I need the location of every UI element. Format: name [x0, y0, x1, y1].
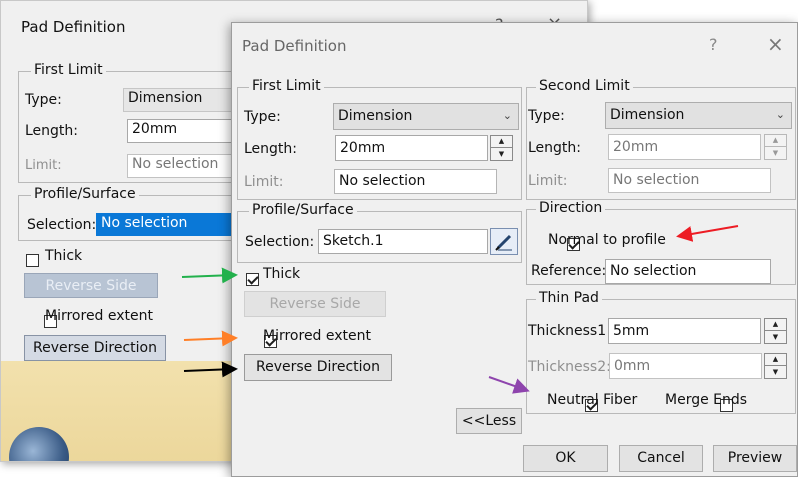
second-length-label: Length: — [528, 140, 582, 156]
merge-ends-label: Merge Ends — [665, 392, 748, 408]
first-limit-length-input[interactable]: 20mm — [335, 135, 488, 161]
type-label: Type: — [244, 109, 281, 125]
thickness2-spinner[interactable]: ▲ ▼ — [764, 353, 787, 379]
thickness1-input[interactable]: 5mm — [608, 318, 761, 344]
spin-up-icon[interactable]: ▲ — [491, 136, 512, 148]
back-length-label: Length: — [25, 123, 79, 139]
back-length-input[interactable]: 20mm — [127, 119, 243, 143]
normal-to-profile-label: Normal to profile — [548, 232, 666, 248]
back-mirrored-extent-label: Mirrored extent — [45, 308, 154, 324]
front-help-icon[interactable]: ? — [709, 35, 718, 54]
cancel-button[interactable]: Cancel — [619, 445, 703, 472]
first-limit-length-spinner[interactable]: ▲ ▼ — [490, 135, 513, 161]
direction-label: Direction — [536, 200, 606, 216]
reference-field[interactable]: No selection — [605, 259, 771, 284]
second-limit-limit-field[interactable]: No selection — [608, 168, 771, 193]
second-limit-length-input[interactable]: 20mm — [608, 134, 761, 160]
spin-down-icon[interactable]: ▼ — [765, 147, 786, 159]
back-selection-label: Selection: — [27, 217, 97, 233]
back-type-select[interactable]: Dimension — [123, 88, 243, 112]
first-limit-type-select[interactable]: Dimension ⌄ — [333, 103, 519, 130]
front-dialog-title: Pad Definition — [242, 37, 347, 55]
edit-sketch-icon[interactable] — [490, 228, 518, 255]
selection-label: Selection: — [245, 234, 315, 250]
spin-down-icon[interactable]: ▼ — [765, 366, 786, 378]
ok-button[interactable]: OK — [523, 445, 608, 472]
back-reverse-side-button[interactable]: Reverse Side — [24, 273, 158, 298]
second-limit-type-select[interactable]: Dimension ⌄ — [605, 102, 792, 129]
less-button[interactable]: <<Less — [456, 408, 522, 434]
second-limit-length-spinner[interactable]: ▲ ▼ — [764, 134, 787, 160]
spin-down-icon[interactable]: ▼ — [491, 148, 512, 160]
second-type-label: Type: — [528, 108, 565, 124]
chevron-down-icon: ⌄ — [775, 108, 785, 121]
spin-down-icon[interactable]: ▼ — [765, 331, 786, 343]
neutral-fiber-label: Neutral Fiber — [547, 392, 638, 408]
reference-label: Reference: — [531, 263, 607, 279]
selection-field[interactable]: Sketch.1 — [318, 229, 488, 254]
reverse-side-button[interactable]: Reverse Side — [244, 291, 386, 317]
thick-checkbox[interactable] — [246, 273, 259, 286]
front-close-icon[interactable]: × — [767, 32, 784, 56]
back-profile-surface-label: Profile/Surface — [31, 186, 139, 202]
back-reverse-direction-button[interactable]: Reverse Direction — [24, 335, 166, 361]
mirrored-extent-label: Mirrored extent — [263, 328, 372, 344]
thick-label: Thick — [263, 266, 301, 282]
chevron-down-icon: ⌄ — [502, 109, 512, 122]
length-label: Length: — [244, 141, 298, 157]
spin-up-icon[interactable]: ▲ — [765, 354, 786, 366]
back-thick-checkbox[interactable] — [26, 254, 39, 267]
back-selection-field[interactable]: No selection — [96, 213, 236, 236]
front-pad-definition-dialog: Pad Definition ? × First Limit Type: Dim… — [231, 22, 798, 477]
first-limit-label: First Limit — [249, 78, 324, 94]
thickness1-label: Thickness1 — [528, 323, 607, 339]
second-limit-limit-label: Limit: — [528, 173, 568, 189]
reverse-direction-button[interactable]: Reverse Direction — [244, 354, 392, 381]
profile-surface-label: Profile/Surface — [249, 202, 357, 218]
first-limit-type-value: Dimension — [338, 108, 413, 124]
thin-pad-label: Thin Pad — [536, 290, 602, 306]
back-first-limit-label: First Limit — [31, 62, 106, 78]
back-type-label: Type: — [25, 92, 62, 108]
limit-label: Limit: — [244, 174, 284, 190]
back-thick-label: Thick — [45, 248, 83, 264]
thickness2-input[interactable]: 0mm — [609, 353, 762, 379]
preview-button[interactable]: Preview — [713, 445, 797, 472]
first-limit-limit-field[interactable]: No selection — [334, 169, 497, 194]
back-dialog-title: Pad Definition — [21, 18, 126, 36]
thickness2-label: Thickness2: — [528, 359, 611, 375]
screenshot-stage: Pad Definition ? × First Limit Type: Dim… — [0, 0, 798, 477]
back-limit-label: Limit: — [25, 158, 62, 173]
spin-up-icon[interactable]: ▲ — [765, 135, 786, 147]
second-limit-type-value: Dimension — [610, 107, 685, 123]
thickness1-spinner[interactable]: ▲ ▼ — [764, 318, 787, 344]
second-limit-label: Second Limit — [536, 78, 633, 94]
back-limit-field[interactable]: No selection — [127, 154, 243, 178]
spin-up-icon[interactable]: ▲ — [765, 319, 786, 331]
